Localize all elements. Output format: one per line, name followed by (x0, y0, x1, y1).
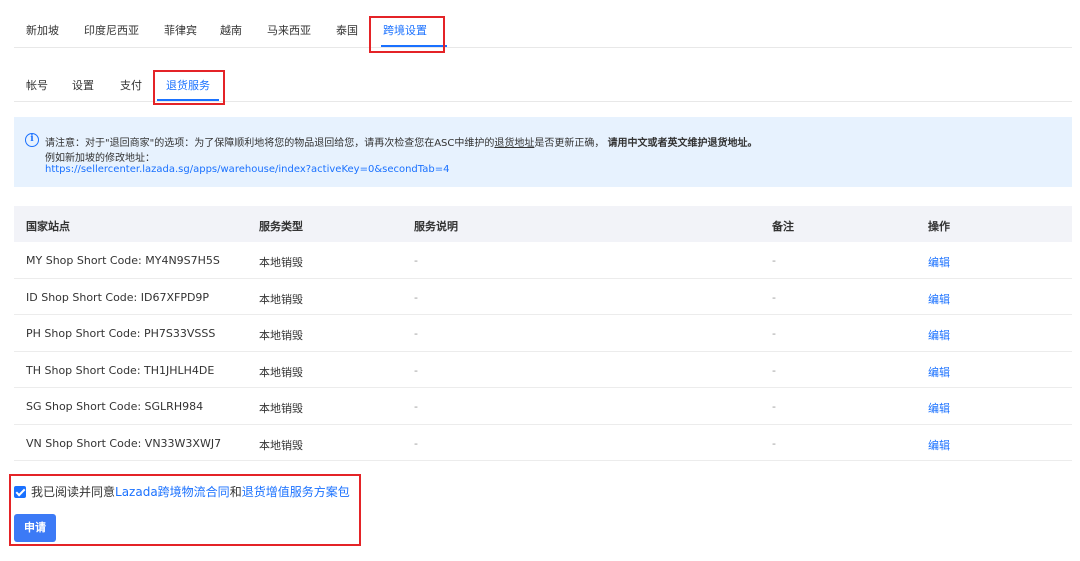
cell-service-type: 本地销毁 (259, 438, 303, 452)
return-address-link[interactable]: 退货地址 (494, 138, 534, 149)
country-tab-active-indicator (381, 45, 447, 47)
cell-site: TH Shop Short Code: TH1JHLH4DE (26, 363, 215, 377)
cell-note: - (772, 290, 776, 304)
cell-service-type: 本地销毁 (259, 329, 303, 342)
table-row: ID Shop Short Code: ID67XFPD9P 本地销毁 - - … (14, 279, 1072, 315)
notice-line-2: 例如新加坡的修改地址： (45, 153, 155, 164)
tab-payment[interactable]: 支付 (120, 77, 142, 93)
tab-singapore[interactable]: 新加坡 (26, 22, 59, 38)
cell-service-type: 本地销毁 (259, 256, 303, 269)
tab-vietnam[interactable]: 越南 (220, 22, 242, 38)
agreement-checkbox[interactable] (14, 486, 26, 498)
edit-link[interactable]: 编辑 (928, 291, 950, 307)
header-service-type: 服务类型 (259, 220, 303, 233)
sub-tab-active-indicator (157, 99, 219, 101)
header-note: 备注 (772, 220, 794, 233)
cell-site: SG Shop Short Code: SGLRH984 (26, 400, 204, 413)
country-tabs: 新加坡 印度尼西亚 菲律宾 越南 马来西亚 泰国 跨境设置 (14, 0, 1072, 48)
cell-note: - (772, 436, 776, 450)
edit-link[interactable]: 编辑 (928, 437, 950, 453)
cell-note: - (772, 254, 776, 267)
info-icon: i (25, 133, 39, 147)
table-row: PH Shop Short Code: PH7S33VSSS 本地销毁 - - … (14, 315, 1072, 352)
cell-service-type: 本地销毁 (259, 292, 303, 306)
edit-link[interactable]: 编辑 (928, 254, 950, 270)
table-header: 国家站点 服务类型 服务说明 备注 操作 (14, 206, 1072, 242)
cell-site: MY Shop Short Code: MY4N9S7H5S (26, 254, 220, 267)
notice-line-1: 请注意：对于"退回商家"的选项：为了保障顺利地将您的物品退回给您，请再次检查您在… (45, 138, 758, 149)
cell-desc: - (414, 290, 418, 304)
edit-link[interactable]: 编辑 (928, 327, 950, 343)
header-site: 国家站点 (26, 220, 70, 233)
cell-site: ID Shop Short Code: ID67XFPD9P (26, 290, 210, 304)
tab-return-service[interactable]: 退货服务 (166, 77, 210, 93)
notice-url-link[interactable]: https://sellercenter.lazada.sg/apps/ware… (45, 164, 449, 175)
tab-philippines[interactable]: 菲律宾 (164, 22, 197, 38)
agreement-row: 我已阅读并同意Lazada跨境物流合同和退货增值服务方案包 (14, 483, 350, 500)
cell-desc: - (414, 400, 418, 413)
apply-button[interactable]: 申请 (14, 514, 56, 542)
cell-note: - (772, 363, 776, 377)
cell-desc: - (414, 254, 418, 267)
logistics-contract-link[interactable]: Lazada跨境物流合同 (115, 485, 230, 499)
tab-malaysia[interactable]: 马来西亚 (267, 22, 311, 38)
sub-tabs: 帐号 设置 支付 退货服务 (14, 48, 1072, 102)
edit-link[interactable]: 编辑 (928, 400, 950, 416)
tab-cross-border-settings[interactable]: 跨境设置 (383, 22, 427, 38)
return-address-notice: i 请注意：对于"退回商家"的选项：为了保障顺利地将您的物品退回给您，请再次检查… (14, 117, 1072, 187)
cell-service-type: 本地销毁 (259, 402, 303, 415)
tab-settings[interactable]: 设置 (72, 77, 94, 93)
table-row: TH Shop Short Code: TH1JHLH4DE 本地销毁 - - … (14, 352, 1072, 388)
cell-service-type: 本地销毁 (259, 365, 303, 379)
header-service-desc: 服务说明 (414, 220, 458, 233)
cell-site: PH Shop Short Code: PH7S33VSSS (26, 327, 216, 340)
return-service-package-link[interactable]: 退货增值服务方案包 (242, 485, 350, 499)
agreement-prefix: 我已阅读并同意 (31, 485, 116, 499)
cell-site: VN Shop Short Code: VN33W3XWJ7 (26, 436, 222, 450)
tab-indonesia[interactable]: 印度尼西亚 (84, 22, 139, 38)
table-row: VN Shop Short Code: VN33W3XWJ7 本地销毁 - - … (14, 425, 1072, 461)
cell-note: - (772, 327, 776, 340)
return-service-table: 国家站点 服务类型 服务说明 备注 操作 MY Shop Short Code:… (14, 206, 1072, 461)
cell-desc: - (414, 436, 418, 450)
cell-note: - (772, 400, 776, 413)
tab-thailand[interactable]: 泰国 (336, 22, 358, 38)
table-row: MY Shop Short Code: MY4N9S7H5S 本地销毁 - - … (14, 242, 1072, 279)
agreement-and: 和 (229, 485, 242, 499)
cell-desc: - (414, 327, 418, 340)
header-action: 操作 (928, 220, 950, 233)
tab-account[interactable]: 帐号 (26, 77, 48, 93)
table-row: SG Shop Short Code: SGLRH984 本地销毁 - - 编辑 (14, 388, 1072, 425)
edit-link[interactable]: 编辑 (928, 364, 950, 380)
cell-desc: - (414, 363, 418, 377)
